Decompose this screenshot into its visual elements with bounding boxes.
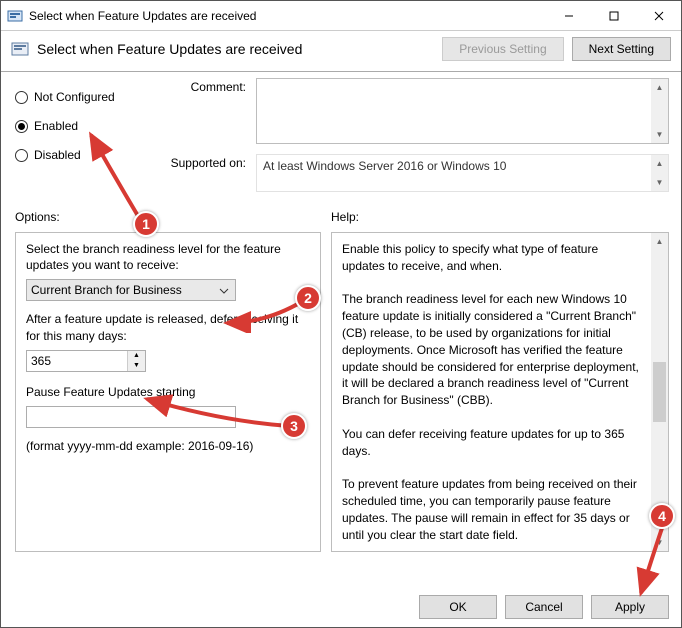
scroll-up-icon[interactable]: ▲ [651, 155, 668, 172]
spin-up-icon[interactable]: ▲ [128, 351, 145, 361]
policy-icon [11, 40, 29, 58]
gpedit-icon [7, 8, 23, 24]
radio-enabled[interactable]: Enabled [15, 115, 161, 144]
comment-input[interactable]: ▲ ▼ [256, 78, 669, 144]
branch-readiness-label: Select the branch readiness level for th… [26, 241, 310, 273]
scrollbar[interactable]: ▲ ▼ [651, 79, 668, 143]
scroll-up-icon[interactable]: ▲ [651, 79, 668, 96]
pause-date-input[interactable] [26, 406, 236, 428]
dialog-buttons: OK Cancel Apply [419, 595, 669, 619]
titlebar: Select when Feature Updates are received [1, 1, 681, 31]
scroll-up-icon[interactable]: ▲ [651, 233, 668, 250]
cancel-button[interactable]: Cancel [505, 595, 583, 619]
pause-label: Pause Feature Updates starting [26, 384, 310, 400]
policy-window: Select when Feature Updates are received… [0, 0, 682, 628]
help-text: Enable this policy to specify what type … [332, 233, 668, 551]
pause-format-hint: (format yyyy-mm-dd example: 2016-09-16) [26, 438, 310, 454]
scroll-down-icon[interactable]: ▼ [651, 174, 668, 191]
annotation-badge-3: 3 [281, 413, 307, 439]
radio-disabled[interactable]: Disabled [15, 144, 161, 173]
chevron-down-icon [216, 283, 232, 299]
annotation-badge-2: 2 [295, 285, 321, 311]
annotation-badge-4: 4 [649, 503, 675, 529]
scrollbar[interactable]: ▲ ▼ [651, 155, 668, 191]
spin-down-icon[interactable]: ▼ [128, 361, 145, 371]
annotation-badge-1: 1 [133, 211, 159, 237]
state-radios: Not Configured Enabled Disabled [1, 72, 161, 175]
window-title: Select when Feature Updates are received [29, 9, 546, 23]
section-labels: Options: Help: [1, 202, 681, 232]
previous-setting-button: Previous Setting [442, 37, 563, 61]
supported-on-field: At least Windows Server 2016 or Windows … [256, 154, 669, 192]
next-setting-button[interactable]: Next Setting [572, 37, 671, 61]
defer-days-input[interactable]: ▲ ▼ [26, 350, 146, 372]
minimize-button[interactable] [546, 1, 591, 30]
options-label: Options: [15, 210, 331, 224]
scroll-thumb[interactable] [653, 362, 666, 422]
ok-button[interactable]: OK [419, 595, 497, 619]
comment-label: Comment: [161, 78, 256, 94]
scroll-down-icon[interactable]: ▼ [651, 534, 668, 551]
maximize-button[interactable] [591, 1, 636, 30]
apply-button[interactable]: Apply [591, 595, 669, 619]
help-panel: Enable this policy to specify what type … [331, 232, 669, 552]
options-panel: Select the branch readiness level for th… [15, 232, 321, 552]
close-button[interactable] [636, 1, 681, 30]
scroll-down-icon[interactable]: ▼ [651, 126, 668, 143]
help-label: Help: [331, 210, 359, 224]
subheader-title: Select when Feature Updates are received [37, 41, 442, 57]
radio-not-configured[interactable]: Not Configured [15, 86, 161, 115]
supported-on-label: Supported on: [161, 154, 256, 170]
subheader: Select when Feature Updates are received… [1, 31, 681, 72]
defer-days-label: After a feature update is released, defe… [26, 311, 310, 343]
branch-readiness-combo[interactable]: Current Branch for Business [26, 279, 236, 301]
